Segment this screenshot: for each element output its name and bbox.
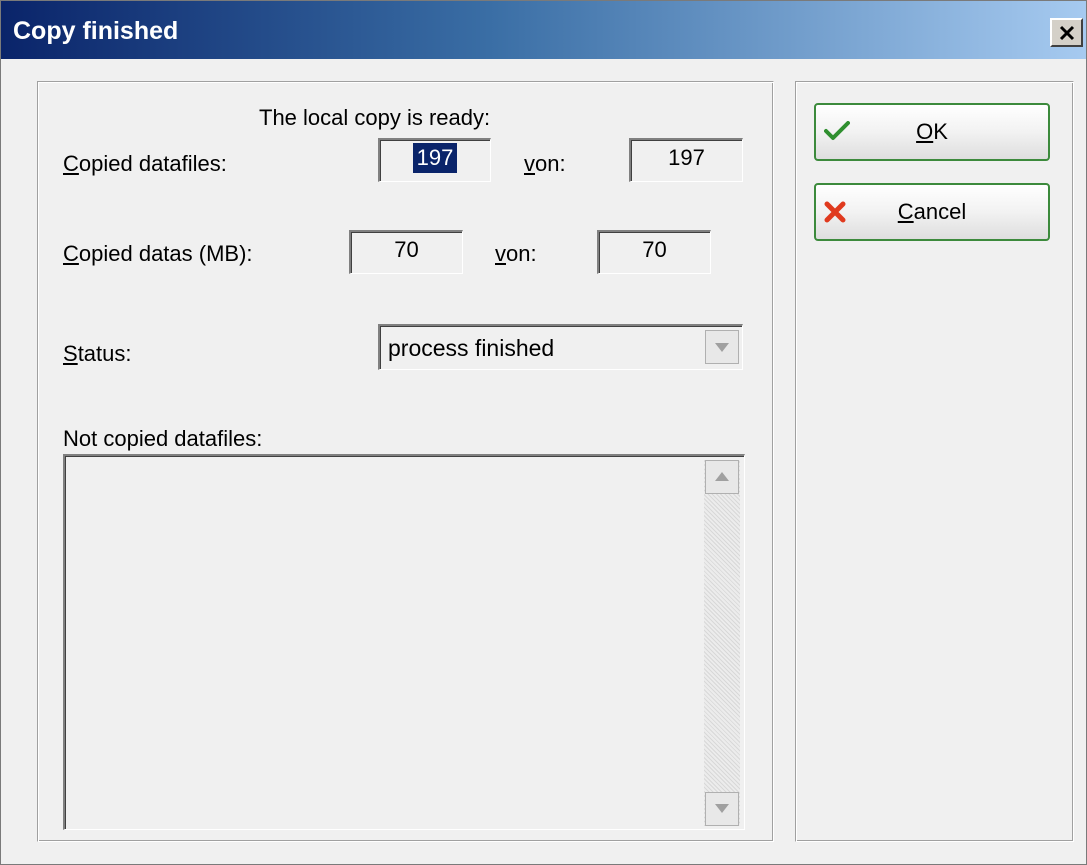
close-icon [1059,25,1075,41]
cancel-button[interactable]: Cancel [814,183,1050,241]
ok-button-label: OK [916,119,948,144]
arrow-down-icon [715,804,729,813]
copied-files-total-field[interactable]: 197 [629,138,743,182]
scroll-down-button[interactable] [705,792,739,826]
arrow-up-icon [715,472,729,481]
list-scrollbar[interactable] [704,460,740,826]
dialog-title: Copy finished [13,17,179,45]
copied-files-label: Copied datafiles: [63,151,227,176]
not-copied-files-list[interactable] [63,454,745,830]
ok-button[interactable]: OK [814,103,1050,161]
copied-data-label: Copied datas (MB): [63,241,253,266]
close-button[interactable] [1050,18,1083,47]
copied-files-total-value: 197 [668,145,705,170]
copied-data-mb-field[interactable]: 70 [349,230,463,274]
copied-data-total-value: 70 [642,237,667,262]
scroll-up-button[interactable] [705,460,739,494]
copied-data-mb-value: 70 [394,237,419,262]
cancel-button-label: Cancel [897,199,967,224]
status-label: Status: [63,341,132,366]
copied-files-count-field[interactable]: 197 [378,138,491,182]
status-dropdown[interactable]: process finished [378,324,743,370]
status-value: process finished [388,335,555,361]
chevron-down-icon [715,343,729,352]
copied-files-count-value: 197 [412,143,458,173]
not-copied-label: Not copied datafiles: [63,426,263,451]
title-bar[interactable]: Copy finished [1,1,1086,59]
ready-heading: The local copy is ready: [259,105,491,130]
status-dropdown-button[interactable] [705,330,739,364]
copied-data-of-label: von: [495,241,537,266]
copy-finished-dialog: Copy finished The local copy is ready: C… [0,0,1087,865]
copied-files-of-label: von: [524,151,566,176]
copied-data-total-field[interactable]: 70 [597,230,711,274]
